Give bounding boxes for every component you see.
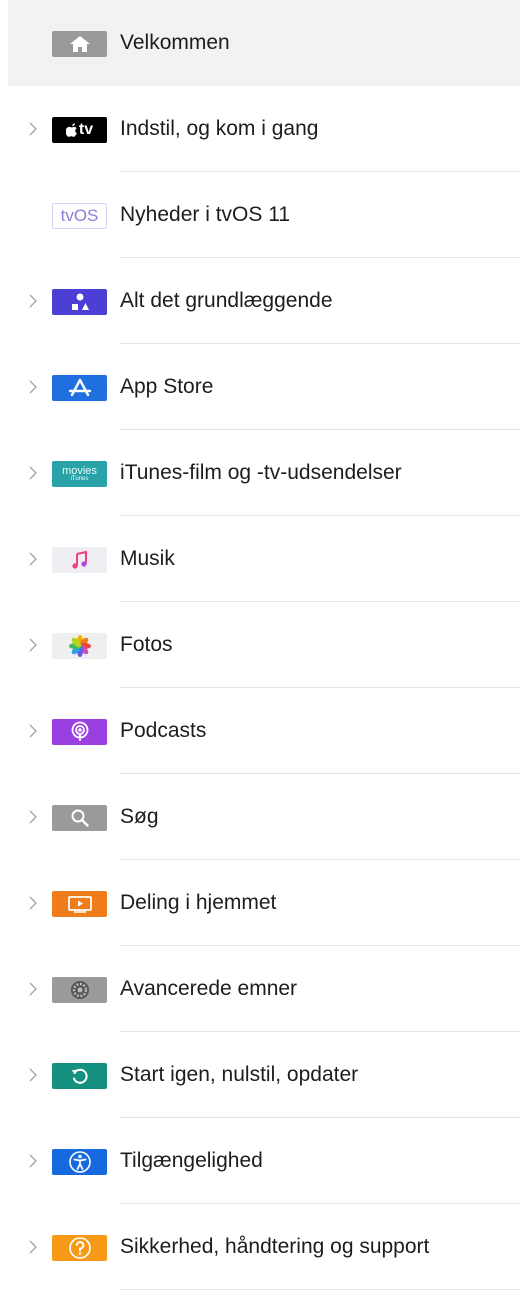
sidebar-item-label: Velkommen — [120, 31, 230, 54]
sidebar-item-label: Indstil, og kom i gang — [120, 117, 319, 140]
sidebar-item-tilgaengelighed[interactable]: Tilgængelighed — [0, 1118, 520, 1204]
chevron-right-icon[interactable] — [26, 1152, 40, 1170]
sidebar-item-label: Søg — [120, 805, 159, 828]
app-store-icon — [52, 375, 107, 401]
sidebar-item-velkommen[interactable]: Velkommen — [8, 0, 520, 86]
home-icon — [52, 31, 107, 57]
tvos-icon: tvOS — [52, 203, 107, 229]
sidebar-item-label: Start igen, nulstil, opdater — [120, 1063, 359, 1086]
chevron-right-icon[interactable] — [26, 1238, 40, 1256]
home-sharing-icon — [52, 891, 107, 917]
sidebar-item-musik[interactable]: Musik — [0, 516, 520, 602]
chevron-right-icon[interactable] — [26, 894, 40, 912]
sidebar-item-label: Sikkerhed, håndtering og support — [120, 1235, 430, 1258]
chevron-right-icon[interactable] — [26, 378, 40, 396]
music-icon — [52, 547, 107, 573]
photos-icon — [52, 633, 107, 659]
sidebar-nav: Velkommen tv Indstil, og kom i gang tvOS Nyh… — [0, 0, 520, 1290]
search-icon — [52, 805, 107, 831]
sidebar-item-label: App Store — [120, 375, 214, 398]
sidebar-item-label: Deling i hjemmet — [120, 891, 277, 914]
sidebar-item-label: Tilgængelighed — [120, 1149, 263, 1172]
chevron-right-icon[interactable] — [26, 722, 40, 740]
settings-icon — [52, 977, 107, 1003]
basics-icon — [52, 289, 107, 315]
chevron-right-icon[interactable] — [26, 1066, 40, 1084]
sidebar-item-sikkerhed-handtering-og-support[interactable]: Sikkerhed, håndtering og support — [0, 1204, 520, 1290]
sidebar-item-label: Musik — [120, 547, 175, 570]
sidebar-item-itunes-film-og-tv-udsendelser[interactable]: movies iTunes iTunes-film og -tv-udsendels… — [0, 430, 520, 516]
sidebar-item-alt-det-grundlaeggende[interactable]: Alt det grundlæggende — [0, 258, 520, 344]
apple-tv-icon: tv — [52, 117, 107, 143]
help-icon — [52, 1235, 107, 1261]
sidebar-item-label: Avancerede emner — [120, 977, 298, 1000]
icon-text: movies — [62, 465, 97, 477]
sidebar-item-deling-i-hjemmet[interactable]: Deling i hjemmet — [0, 860, 520, 946]
sidebar-item-fotos[interactable]: Fotos — [0, 602, 520, 688]
sidebar-item-sog[interactable]: Søg — [0, 774, 520, 860]
chevron-right-icon[interactable] — [26, 808, 40, 826]
sidebar-item-label: Alt det grundlæggende — [120, 289, 333, 312]
chevron-right-icon[interactable] — [26, 292, 40, 310]
restart-icon — [52, 1063, 107, 1089]
podcasts-icon — [52, 719, 107, 745]
chevron-right-icon[interactable] — [26, 550, 40, 568]
sidebar-item-label: iTunes-film og -tv-udsendelser — [120, 461, 402, 484]
chevron-right-icon[interactable] — [26, 636, 40, 654]
chevron-right-icon[interactable] — [26, 980, 40, 998]
sidebar-item-start-igen-nulstil-opdater[interactable]: Start igen, nulstil, opdater — [0, 1032, 520, 1118]
sidebar-item-podcasts[interactable]: Podcasts — [0, 688, 520, 774]
icon-subtext: iTunes — [70, 476, 89, 482]
sidebar-item-label: Podcasts — [120, 719, 207, 742]
sidebar-item-avancerede-emner[interactable]: Avancerede emner — [0, 946, 520, 1032]
sidebar-item-nyheder-i-tvos-11[interactable]: tvOS Nyheder i tvOS 11 — [0, 172, 520, 258]
itunes-movies-icon: movies iTunes — [52, 461, 107, 487]
sidebar-item-indstil-og-kom-i-gang[interactable]: tv Indstil, og kom i gang — [0, 86, 520, 172]
sidebar-item-label: Nyheder i tvOS 11 — [120, 203, 291, 226]
icon-text: tv — [78, 121, 94, 138]
accessibility-icon — [52, 1149, 107, 1175]
sidebar-item-app-store[interactable]: App Store — [0, 344, 520, 430]
sidebar-item-label: Fotos — [120, 633, 173, 656]
chevron-right-icon[interactable] — [26, 464, 40, 482]
chevron-right-icon[interactable] — [26, 120, 40, 138]
